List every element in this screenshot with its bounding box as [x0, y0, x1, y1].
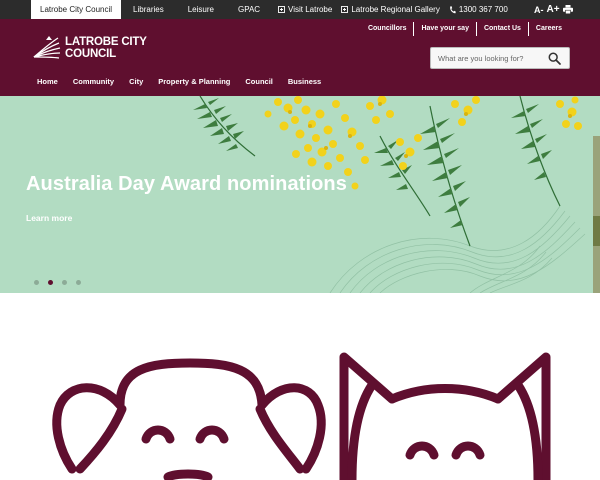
carousel-dot-2[interactable] — [48, 280, 53, 285]
phone-number: 1300 367 700 — [458, 5, 508, 14]
nav-city[interactable]: City — [129, 77, 143, 86]
site-header: LATROBE CITY COUNCIL Councillors Have yo… — [0, 19, 600, 96]
nav-home[interactable]: Home — [37, 77, 58, 86]
regional-gallery-link[interactable]: Latrobe Regional Gallery — [341, 5, 440, 14]
tab-gpac[interactable]: GPAC — [226, 0, 272, 19]
search-icon[interactable] — [548, 52, 561, 65]
logo-mark-icon — [33, 36, 61, 59]
hero-learn-more-link[interactable]: Learn more — [26, 213, 72, 223]
print-icon[interactable] — [562, 5, 573, 14]
external-box-icon — [341, 6, 349, 13]
quick-link-have-your-say[interactable]: Have your say — [414, 22, 477, 36]
carousel-dot-3[interactable] — [62, 280, 67, 285]
hero-title: Australia Day Award nominations — [26, 173, 347, 195]
logo-line-2: COUNCIL — [65, 48, 116, 60]
tab-latrobe-city-council[interactable]: Latrobe City Council — [31, 0, 122, 19]
utility-links: Visit Latrobe Latrobe Regional Gallery 1… — [278, 0, 517, 19]
font-decrease-button[interactable]: A- — [534, 5, 544, 15]
nav-business[interactable]: Business — [288, 77, 321, 86]
logo-line-1: LATROBE CITY — [65, 36, 147, 48]
hero-carousel: Australia Day Award nominations Learn mo… — [0, 96, 600, 293]
search-box — [430, 47, 570, 69]
text-size-controls: A- A+ — [534, 0, 573, 19]
external-box-icon — [278, 6, 285, 13]
visit-latrobe-label: Visit Latrobe — [288, 5, 333, 14]
search-input[interactable] — [431, 48, 543, 68]
quick-link-careers[interactable]: Careers — [529, 22, 562, 36]
visit-latrobe-link[interactable]: Visit Latrobe — [278, 5, 332, 14]
pets-illustration — [0, 293, 600, 480]
nav-community[interactable]: Community — [73, 77, 114, 86]
cat-icon — [339, 352, 551, 480]
phone-link[interactable]: 1300 367 700 — [449, 5, 508, 14]
council-logo[interactable]: LATROBE CITY COUNCIL — [32, 35, 147, 61]
site-tabs: Latrobe City Council Libraries Leisure G… — [31, 0, 272, 19]
font-increase-button[interactable]: A+ — [547, 4, 560, 15]
top-utility-bar: Latrobe City Council Libraries Leisure G… — [0, 0, 600, 19]
tab-libraries[interactable]: Libraries — [121, 0, 176, 19]
main-navigation: Home Community City Property & Planning … — [37, 77, 336, 86]
carousel-dot-4[interactable] — [76, 280, 81, 285]
quick-link-councillors[interactable]: Councillors — [368, 22, 415, 36]
nav-council[interactable]: Council — [245, 77, 273, 86]
carousel-dot-1[interactable] — [34, 280, 39, 285]
carousel-pagination — [34, 280, 81, 285]
logo-wordmark: LATROBE CITY COUNCIL — [65, 36, 147, 60]
dog-icon — [52, 358, 326, 480]
phone-icon — [449, 5, 456, 14]
quick-link-contact-us[interactable]: Contact Us — [477, 22, 529, 36]
nav-property-planning[interactable]: Property & Planning — [158, 77, 230, 86]
regional-gallery-label: Latrobe Regional Gallery — [351, 5, 440, 14]
quick-links: Councillors Have your say Contact Us Car… — [368, 22, 562, 36]
tab-leisure[interactable]: Leisure — [176, 0, 226, 19]
